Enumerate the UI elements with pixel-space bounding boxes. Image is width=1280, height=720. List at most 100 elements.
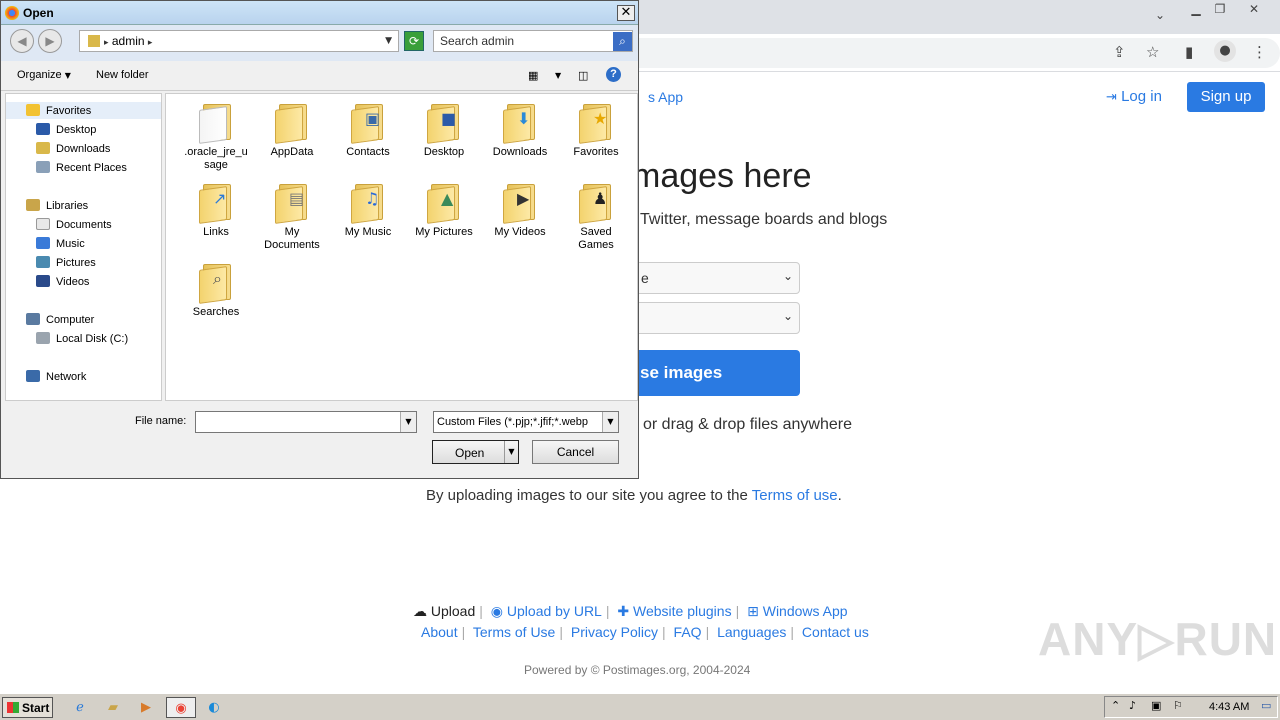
libraries-icon bbox=[26, 199, 40, 211]
folder-item[interactable]: ▲ My Pictures bbox=[410, 180, 478, 239]
address-dropdown-icon[interactable]: ▼ bbox=[385, 36, 392, 46]
media-player-icon[interactable]: ▶ bbox=[134, 697, 158, 718]
show-desktop-icon[interactable]: ▭ bbox=[1261, 699, 1271, 712]
refresh-icon[interactable]: ⟳ bbox=[404, 31, 424, 51]
choose-images-button[interactable]: se images bbox=[630, 350, 800, 396]
chevron-down-icon[interactable]: ▼ bbox=[602, 412, 618, 432]
disk-icon bbox=[36, 332, 50, 344]
login-link[interactable]: ⇥ Log in bbox=[1106, 88, 1162, 105]
expire-select[interactable]: ⌄ bbox=[630, 302, 800, 334]
nav-videos[interactable]: Videos bbox=[36, 275, 89, 288]
help-icon[interactable]: ? bbox=[606, 67, 621, 82]
folder-item[interactable]: ⬇ Downloads bbox=[486, 100, 554, 159]
breadcrumb-chevron-icon: ▸ bbox=[147, 38, 153, 48]
nav-computer[interactable]: Computer bbox=[26, 313, 94, 326]
forward-arrow-icon[interactable]: ▶ bbox=[38, 29, 62, 53]
open-file-dialog: Open ✕ ◀ ▶ ▸ admin ▸ ▼ ⟳ Search admin ⌕ O… bbox=[0, 0, 639, 479]
new-folder-button[interactable]: New folder bbox=[96, 69, 149, 81]
footer-faq[interactable]: FAQ bbox=[674, 624, 702, 640]
start-button[interactable]: Start bbox=[2, 697, 53, 718]
footer-languages[interactable]: Languages bbox=[717, 624, 786, 640]
profile-avatar-icon[interactable]: ● bbox=[1214, 40, 1236, 62]
back-arrow-icon[interactable]: ◀ bbox=[10, 29, 34, 53]
close-icon[interactable]: ✕ bbox=[617, 5, 635, 21]
folder-item[interactable]: ↗ Links bbox=[182, 180, 250, 239]
minimize-icon[interactable]: ▁ bbox=[1186, 2, 1206, 16]
address-breadcrumb[interactable]: ▸ admin ▸ ▼ bbox=[79, 30, 399, 52]
footer-about[interactable]: About bbox=[421, 624, 458, 640]
folder-item[interactable]: ♟ Saved Games bbox=[562, 180, 630, 252]
footer-website-plugins[interactable]: Website plugins bbox=[633, 603, 732, 619]
gallery-select[interactable]: e ⌄ bbox=[630, 262, 800, 294]
file-type-select[interactable]: Custom Files (*.pjp;*.jfif;*.webp ▼ bbox=[433, 411, 619, 433]
menu-kebab-icon[interactable]: ⋮ bbox=[1252, 43, 1267, 61]
tab-search-icon[interactable]: ⌄ bbox=[1150, 8, 1170, 22]
folder-item[interactable]: ▶ My Videos bbox=[486, 180, 554, 239]
view-dropdown-icon[interactable]: ▼ bbox=[555, 71, 561, 80]
folder-item[interactable]: ■ Desktop bbox=[410, 100, 478, 159]
view-options-icon[interactable]: ▦ bbox=[528, 69, 538, 82]
folder-item[interactable]: ★ Favorites bbox=[562, 100, 630, 159]
folder-item[interactable]: .oracle_jre_u sage bbox=[182, 100, 250, 172]
folder-item[interactable]: AppData bbox=[258, 100, 326, 159]
cancel-button[interactable]: Cancel bbox=[532, 440, 619, 464]
signup-button[interactable]: Sign up bbox=[1187, 82, 1265, 112]
nav-local-disk[interactable]: Local Disk (C:) bbox=[36, 332, 128, 345]
nav-documents[interactable]: Documents bbox=[36, 218, 112, 231]
action-center-flag-icon[interactable]: ⚐ bbox=[1173, 699, 1183, 712]
search-input[interactable]: Search admin bbox=[433, 30, 633, 52]
nav-desktop[interactable]: Desktop bbox=[36, 123, 96, 136]
ie-icon[interactable]: ℯ bbox=[68, 697, 92, 718]
folder-label: Saved bbox=[580, 226, 612, 238]
footer-privacy[interactable]: Privacy Policy bbox=[571, 624, 658, 640]
dialog-title: Open bbox=[23, 6, 54, 20]
nav-pictures[interactable]: Pictures bbox=[36, 256, 96, 269]
nav-recent-places[interactable]: Recent Places bbox=[36, 161, 127, 174]
close-icon[interactable]: ✕ bbox=[1244, 2, 1264, 16]
footer-upload-url[interactable]: Upload by URL bbox=[507, 603, 602, 619]
folder-item[interactable]: ▣ Contacts bbox=[334, 100, 402, 159]
folder-item[interactable]: ▤ My Documents bbox=[258, 180, 326, 252]
pictures-folder-icon: ▲ bbox=[427, 180, 461, 224]
organize-button[interactable]: Organize ▼ bbox=[17, 69, 71, 81]
terms-notice: By uploading images to our site you agre… bbox=[426, 487, 842, 504]
share-icon[interactable]: ⇪ bbox=[1113, 43, 1126, 61]
preview-pane-icon[interactable]: ◫ bbox=[578, 69, 588, 82]
dialog-footer: File name: ▼ Custom Files (*.pjp;*.jfif;… bbox=[1, 401, 638, 478]
footer-contact[interactable]: Contact us bbox=[802, 624, 869, 640]
chevron-down-icon[interactable]: ▼ bbox=[504, 441, 518, 463]
nav-music-label: Music bbox=[56, 238, 85, 250]
folder-label: My Music bbox=[344, 226, 392, 238]
chevron-down-icon[interactable]: ▼ bbox=[400, 412, 416, 432]
address-bar[interactable] bbox=[620, 38, 1280, 68]
network-tray-icon[interactable]: ▣ bbox=[1151, 699, 1161, 712]
side-panel-icon[interactable]: ▮ bbox=[1185, 43, 1193, 61]
folder-icon bbox=[199, 100, 233, 144]
nav-downloads[interactable]: Downloads bbox=[36, 142, 110, 155]
chrome-taskbar-icon[interactable]: ◉ bbox=[166, 697, 196, 718]
nav-libraries[interactable]: Libraries bbox=[26, 199, 88, 212]
search-icon[interactable]: ⌕ bbox=[613, 32, 632, 51]
nav-music[interactable]: Music bbox=[36, 237, 85, 250]
tray-expand-icon[interactable]: ⌃ bbox=[1111, 699, 1120, 712]
footer-windows-app[interactable]: Windows App bbox=[763, 603, 848, 619]
edge-icon[interactable]: ◐ bbox=[202, 697, 226, 718]
terms-link[interactable]: Terms of use bbox=[752, 487, 838, 504]
open-button[interactable]: Open ▼ bbox=[432, 440, 519, 464]
file-name-input[interactable]: ▼ bbox=[195, 411, 417, 433]
anyrun-watermark: ANY▷RUN bbox=[1038, 613, 1278, 665]
dialog-titlebar[interactable]: Open ✕ bbox=[1, 1, 638, 25]
folder-item[interactable]: ♫ My Music bbox=[334, 180, 402, 239]
breadcrumb-admin[interactable]: admin bbox=[112, 34, 145, 48]
explorer-icon[interactable]: ▰ bbox=[101, 697, 125, 718]
restore-icon[interactable]: ❐ bbox=[1210, 2, 1230, 16]
volume-icon[interactable]: ♪ bbox=[1129, 699, 1136, 712]
taskbar-clock[interactable]: 4:43 AM bbox=[1209, 701, 1249, 713]
footer-terms[interactable]: Terms of Use bbox=[473, 624, 555, 640]
windows-app-link[interactable]: s App bbox=[648, 89, 683, 105]
bookmark-star-icon[interactable]: ☆ bbox=[1146, 43, 1159, 61]
nav-favorites[interactable]: Favorites bbox=[26, 104, 91, 117]
folder-item[interactable]: ⌕ Searches bbox=[182, 260, 250, 319]
footer-upload[interactable]: Upload bbox=[431, 603, 475, 619]
nav-network[interactable]: Network bbox=[26, 370, 86, 383]
